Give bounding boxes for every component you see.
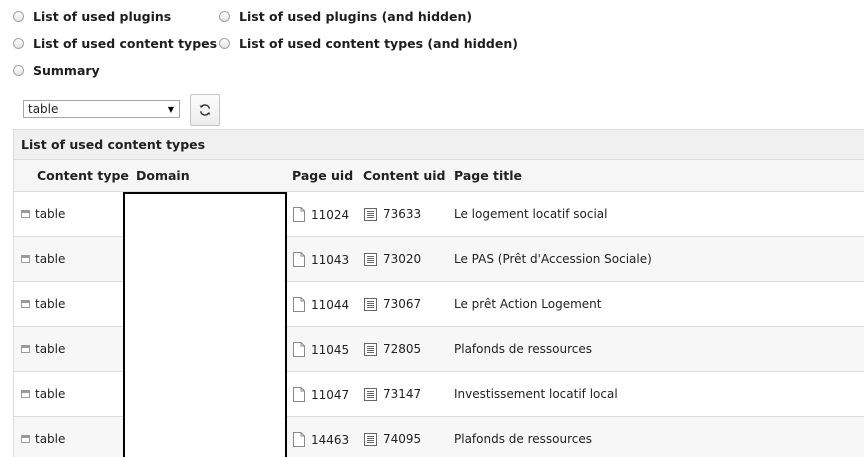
content-element-icon <box>21 435 30 443</box>
content-uid-value[interactable]: 73020 <box>383 252 421 266</box>
content-text-icon[interactable] <box>364 297 377 311</box>
content-uid-value[interactable]: 74095 <box>383 432 421 446</box>
content-element-icon <box>21 300 30 308</box>
content-type-value: table <box>35 342 66 356</box>
col-header-content-type[interactable]: Content type <box>37 168 129 183</box>
content-element-icon <box>21 345 30 353</box>
page-title-value[interactable]: Le PAS (Prêt d'Accession Sociale) <box>454 252 652 266</box>
content-type-value: table <box>35 432 66 446</box>
col-header-domain[interactable]: Domain <box>136 168 190 183</box>
content-type-value: table <box>35 387 66 401</box>
radio-used-content-types-hidden[interactable]: List of used content types (and hidden) <box>219 34 518 52</box>
col-header-page-uid[interactable]: Page uid <box>292 168 353 183</box>
col-header-page-title[interactable]: Page title <box>454 168 522 183</box>
content-type-value: table <box>35 297 66 311</box>
radio-label: List of used content types (and hidden) <box>239 35 518 51</box>
refresh-icon <box>199 104 211 116</box>
page-uid-value[interactable]: 11043 <box>311 253 349 267</box>
radio-label: List of used content types <box>33 35 218 51</box>
radio-circle-icon[interactable] <box>219 37 230 49</box>
page-uid-value[interactable]: 14463 <box>311 433 349 447</box>
panel-title-text: List of used content types <box>21 137 206 152</box>
page-title-value[interactable]: Plafonds de ressources <box>454 432 592 446</box>
content-text-icon[interactable] <box>364 387 377 401</box>
radio-label: List of used plugins <box>33 8 172 24</box>
page-icon[interactable] <box>293 342 305 357</box>
col-header-content-uid[interactable]: Content uid <box>363 168 445 183</box>
table-header: Content type Domain Page uid Content uid… <box>13 160 864 192</box>
dropdown-arrow-icon: ▼ <box>167 104 174 114</box>
page-uid-value[interactable]: 11045 <box>311 343 349 357</box>
content-type-select[interactable]: table ▼ <box>23 100 180 118</box>
refresh-button[interactable] <box>190 94 220 126</box>
page-icon[interactable] <box>293 297 305 312</box>
page-title-value[interactable]: Le prêt Action Logement <box>454 297 601 311</box>
radio-used-plugins-hidden[interactable]: List of used plugins (and hidden) <box>219 7 472 25</box>
page-title-value[interactable]: Le logement locatif social <box>454 207 607 221</box>
content-text-icon[interactable] <box>364 342 377 356</box>
content-uid-value[interactable]: 73147 <box>383 387 421 401</box>
content-text-icon[interactable] <box>364 207 377 221</box>
page-uid-value[interactable]: 11024 <box>311 208 349 222</box>
radio-summary[interactable]: Summary <box>13 61 100 79</box>
content-element-icon <box>21 390 30 398</box>
content-type-value: table <box>35 252 66 266</box>
page-uid-value[interactable]: 11047 <box>311 388 349 402</box>
content-text-icon[interactable] <box>364 252 377 266</box>
radio-label: List of used plugins (and hidden) <box>239 8 473 24</box>
panel-title: List of used content types <box>13 129 864 160</box>
content-text-icon[interactable] <box>364 432 377 446</box>
page-title-value[interactable]: Investissement locatif local <box>454 387 618 401</box>
page-icon[interactable] <box>293 207 305 222</box>
select-value: table <box>28 102 59 116</box>
radio-used-plugins[interactable]: List of used plugins <box>13 7 171 25</box>
radio-circle-icon[interactable] <box>219 10 230 22</box>
page-icon[interactable] <box>293 252 305 267</box>
content-uid-value[interactable]: 72805 <box>383 342 421 356</box>
content-element-icon <box>21 255 30 263</box>
domain-column-redacted <box>123 192 287 457</box>
radio-used-content-types[interactable]: List of used content types <box>13 34 217 52</box>
radio-label: Summary <box>33 62 100 78</box>
content-type-value: table <box>35 207 66 221</box>
page-icon[interactable] <box>293 432 305 447</box>
page-uid-value[interactable]: 11044 <box>311 298 349 312</box>
content-uid-value[interactable]: 73067 <box>383 297 421 311</box>
content-uid-value[interactable]: 73633 <box>383 207 421 221</box>
page-icon[interactable] <box>293 387 305 402</box>
content-element-icon <box>21 210 30 218</box>
radio-circle-icon[interactable] <box>13 10 24 22</box>
page-title-value[interactable]: Plafonds de ressources <box>454 342 592 356</box>
radio-circle-icon[interactable] <box>13 64 24 76</box>
radio-circle-icon[interactable] <box>13 37 24 49</box>
